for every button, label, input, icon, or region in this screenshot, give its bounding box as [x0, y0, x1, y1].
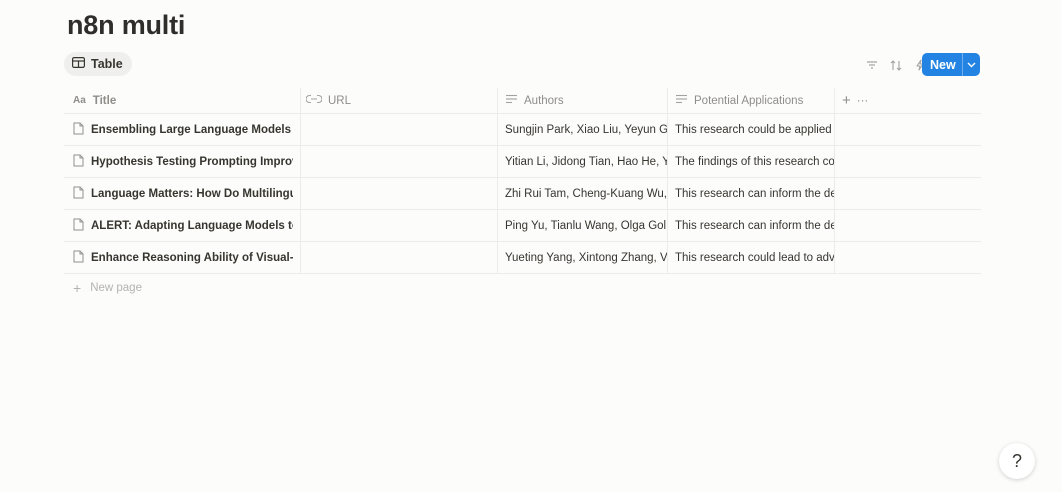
row-apps-cell[interactable]: This research could be applied	[668, 114, 835, 145]
row-title[interactable]: ALERT: Adapting Language Models to F	[91, 220, 293, 232]
new-page-label: New page	[90, 282, 142, 294]
row-empty-cell	[835, 210, 981, 241]
new-page-button[interactable]: + New page	[73, 280, 142, 296]
page-icon	[73, 250, 84, 266]
text-property-icon: Aa	[73, 95, 86, 106]
tab-table-view[interactable]: Table	[64, 52, 132, 76]
page-icon	[73, 154, 84, 170]
database-table: Aa Title URL Authors Potential Applicati…	[64, 88, 981, 274]
text-lines-icon	[505, 94, 518, 107]
row-url-cell[interactable]	[301, 146, 498, 177]
new-button-label: New	[930, 57, 956, 72]
row-authors-cell[interactable]: Sungjin Park, Xiao Liu, Yeyun Go	[498, 114, 668, 145]
column-header-url[interactable]: URL	[301, 88, 498, 113]
row-title[interactable]: Language Matters: How Do Multilingua	[91, 188, 293, 200]
row-title-cell[interactable]: Hypothesis Testing Prompting Improve	[64, 146, 301, 177]
row-title[interactable]: Hypothesis Testing Prompting Improve	[91, 156, 293, 168]
page-icon	[73, 218, 84, 234]
row-apps-cell[interactable]: This research could lead to adv	[668, 242, 835, 273]
column-header-potential-applications[interactable]: Potential Applications	[668, 88, 835, 113]
sort-icon[interactable]	[884, 54, 908, 76]
row-url-cell[interactable]	[301, 178, 498, 209]
row-url-cell[interactable]	[301, 114, 498, 145]
help-button[interactable]: ?	[999, 443, 1035, 479]
table-row[interactable]: Enhance Reasoning Ability of Visual-La Y…	[64, 242, 981, 274]
more-options-icon[interactable]: ···	[857, 95, 869, 107]
tab-table-label: Table	[91, 57, 123, 71]
table-row[interactable]: ALERT: Adapting Language Models to F Pin…	[64, 210, 981, 242]
row-apps-cell[interactable]: This research can inform the de	[668, 178, 835, 209]
table-icon	[72, 57, 86, 71]
row-authors-cell[interactable]: Yueting Yang, Xintong Zhang, V	[498, 242, 668, 273]
row-url-cell[interactable]	[301, 210, 498, 241]
row-title-cell[interactable]: Language Matters: How Do Multilingua	[64, 178, 301, 209]
table-header: Aa Title URL Authors Potential Applicati…	[64, 88, 981, 114]
url-property-icon	[305, 94, 323, 107]
row-apps-cell[interactable]: The findings of this research co	[668, 146, 835, 177]
row-empty-cell	[835, 242, 981, 273]
row-url-cell[interactable]	[301, 242, 498, 273]
table-row[interactable]: Ensembling Large Language Models wi Sung…	[64, 114, 981, 146]
column-header-apps-label: Potential Applications	[694, 94, 804, 107]
row-title-cell[interactable]: Ensembling Large Language Models wi	[64, 114, 301, 145]
row-apps-cell[interactable]: This research can inform the de	[668, 210, 835, 241]
plus-icon: +	[73, 280, 82, 296]
row-empty-cell	[835, 114, 981, 145]
column-header-url-label: URL	[328, 94, 352, 107]
chevron-down-icon[interactable]	[963, 62, 980, 68]
column-header-authors[interactable]: Authors	[498, 88, 668, 113]
page-icon	[73, 186, 84, 202]
table-row[interactable]: Hypothesis Testing Prompting Improve Yit…	[64, 146, 981, 178]
column-header-actions: + ···	[835, 88, 981, 113]
row-title-cell[interactable]: Enhance Reasoning Ability of Visual-La	[64, 242, 301, 273]
column-header-title[interactable]: Aa Title	[64, 88, 301, 113]
filter-icon[interactable]	[860, 54, 884, 76]
row-authors-cell[interactable]: Ping Yu, Tianlu Wang, Olga Gol	[498, 210, 668, 241]
row-title-cell[interactable]: ALERT: Adapting Language Models to F	[64, 210, 301, 241]
table-row[interactable]: Language Matters: How Do Multilingua Zhi…	[64, 178, 981, 210]
help-icon: ?	[1011, 450, 1022, 471]
text-lines-icon	[675, 94, 688, 107]
page-icon	[73, 122, 84, 138]
add-property-button[interactable]: +	[842, 92, 851, 109]
row-title[interactable]: Ensembling Large Language Models wi	[91, 124, 293, 136]
row-empty-cell	[835, 178, 981, 209]
row-empty-cell	[835, 146, 981, 177]
row-title[interactable]: Enhance Reasoning Ability of Visual-La	[91, 252, 293, 264]
page-title-text[interactable]: n8n multi	[67, 10, 185, 40]
new-button[interactable]: New	[922, 53, 980, 76]
row-authors-cell[interactable]: Yitian Li, Jidong Tian, Hao He, Y	[498, 146, 668, 177]
row-authors-cell[interactable]: Zhi Rui Tam, Cheng-Kuang Wu,	[498, 178, 668, 209]
column-header-authors-label: Authors	[524, 94, 564, 107]
column-header-title-label: Title	[92, 94, 117, 107]
page-title[interactable]: n8n multi	[67, 10, 185, 41]
